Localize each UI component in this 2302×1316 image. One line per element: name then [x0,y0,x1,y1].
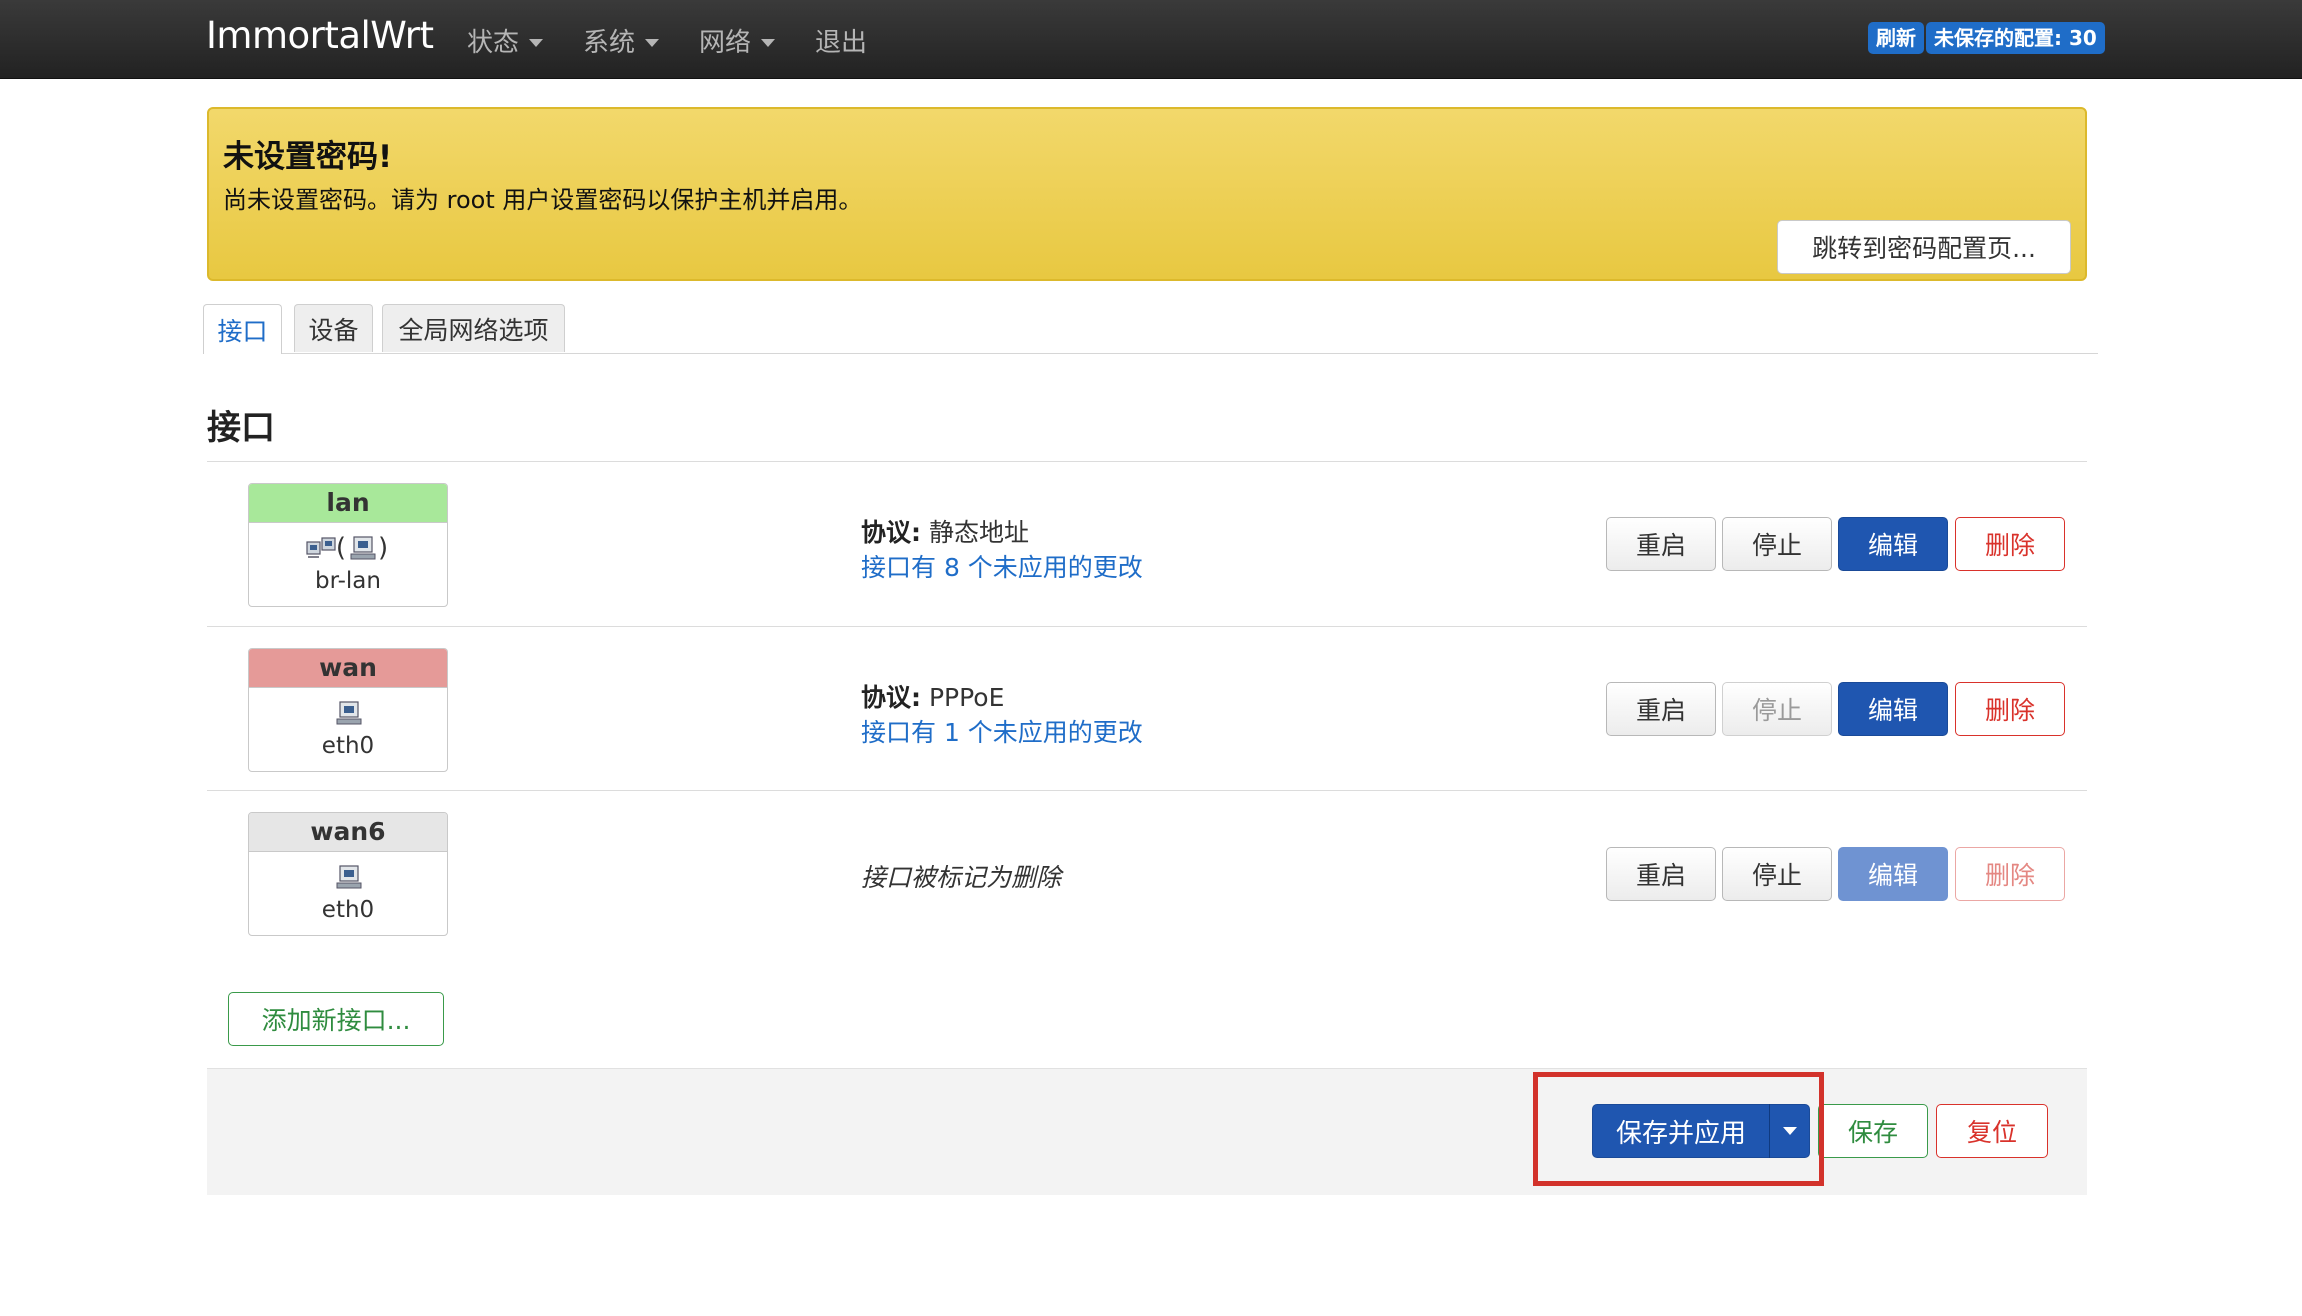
ethernet-port-icon [348,535,376,561]
menu-status-label: 状态 [467,28,520,58]
interface-icons: ( ) [249,528,447,568]
divider [207,461,2087,462]
paren-close: ) [378,533,389,563]
marked-deleted-text: 接口被标记为删除 [861,863,1062,892]
refresh-badge[interactable]: 刷新 [1868,22,1924,54]
interface-icons [249,857,447,897]
interface-badge-wan6[interactable]: wan6 eth0 [248,812,448,936]
tab-interfaces[interactable]: 接口 [203,304,282,354]
divider [207,626,2087,627]
restart-button[interactable]: 重启 [1606,847,1716,901]
no-password-alert: 未设置密码! 尚未设置密码。请为 root 用户设置密码以保护主机并启用。 跳转… [207,107,2087,281]
protocol-info: 协议: 静态地址 [861,513,1029,549]
menu-system-label: 系统 [583,28,636,58]
protocol-label: 协议: [861,683,921,712]
protocol-info: 协议: PPPoE [861,678,1004,714]
interface-device: br-lan [315,568,381,594]
edit-button[interactable]: 编辑 [1838,517,1948,571]
protocol-value: 静态地址 [928,518,1029,547]
alert-text: 尚未设置密码。请为 root 用户设置密码以保护主机并启用。 [223,186,863,214]
bridge-icon [306,535,336,561]
save-apply-label: 保存并应用 [1615,1118,1746,1149]
unsaved-changes-badge[interactable]: 未保存的配置: 30 [1926,22,2105,54]
interface-name: wan [249,649,447,688]
top-navbar: ImmortalWrt 状态 系统 网络 退出 刷新 未保存的配置: 30 [0,0,2302,79]
save-apply-button[interactable]: 保存并应用 [1592,1104,1810,1158]
brand-logo[interactable]: ImmortalWrt [206,14,434,57]
menu-logout-label: 退出 [815,28,868,58]
stop-button[interactable]: 停止 [1722,682,1832,736]
interface-name: lan [249,484,447,523]
delete-button[interactable]: 删除 [1955,682,2065,736]
tab-devices[interactable]: 设备 [294,304,373,352]
delete-button[interactable]: 删除 [1955,517,2065,571]
pending-changes-link[interactable]: 接口有 1 个未应用的更改 [861,713,1143,749]
menu-network[interactable]: 网络 [699,22,776,59]
menu-network-label: 网络 [699,28,752,58]
tab-bar: 接口 设备 全局网络选项 [203,301,2098,354]
alert-title: 未设置密码! [223,139,393,175]
chevron-down-icon [761,38,776,47]
interface-device: eth0 [321,733,375,759]
restart-button[interactable]: 重启 [1606,517,1716,571]
interface-device: eth0 [321,897,375,923]
menu-system[interactable]: 系统 [583,22,660,59]
ethernet-port-icon [334,864,362,890]
stop-button[interactable]: 停止 [1722,517,1832,571]
menu-logout[interactable]: 退出 [815,22,867,59]
menu-status[interactable]: 状态 [467,22,544,59]
interface-name: wan6 [249,813,447,852]
interface-badge-lan[interactable]: lan ( ) br-lan [248,483,448,607]
goto-password-config-button[interactable]: 跳转到密码配置页... [1777,220,2071,274]
tab-global-options[interactable]: 全局网络选项 [382,304,565,352]
paren-open: ( [335,533,346,563]
restart-button[interactable]: 重启 [1606,682,1716,736]
ethernet-port-icon [334,700,362,726]
edit-button[interactable]: 编辑 [1838,682,1948,736]
stop-button[interactable]: 停止 [1722,847,1832,901]
reset-button[interactable]: 复位 [1936,1104,2048,1158]
pending-changes-link[interactable]: 接口有 8 个未应用的更改 [861,548,1143,584]
chevron-down-icon [529,38,544,47]
chevron-down-icon [645,38,660,47]
save-apply-dropdown-toggle[interactable] [1770,1104,1809,1158]
interface-icons [249,693,447,733]
protocol-label: 协议: [861,518,921,547]
interface-badge-wan[interactable]: wan eth0 [248,648,448,772]
delete-button[interactable]: 删除 [1955,847,2065,901]
section-title: 接口 [207,408,275,448]
add-interface-button[interactable]: 添加新接口... [228,992,444,1046]
divider [207,790,2087,791]
chevron-down-icon [1782,1127,1797,1135]
save-button[interactable]: 保存 [1818,1104,1928,1158]
edit-button[interactable]: 编辑 [1838,847,1948,901]
protocol-value: PPPoE [928,683,1005,712]
